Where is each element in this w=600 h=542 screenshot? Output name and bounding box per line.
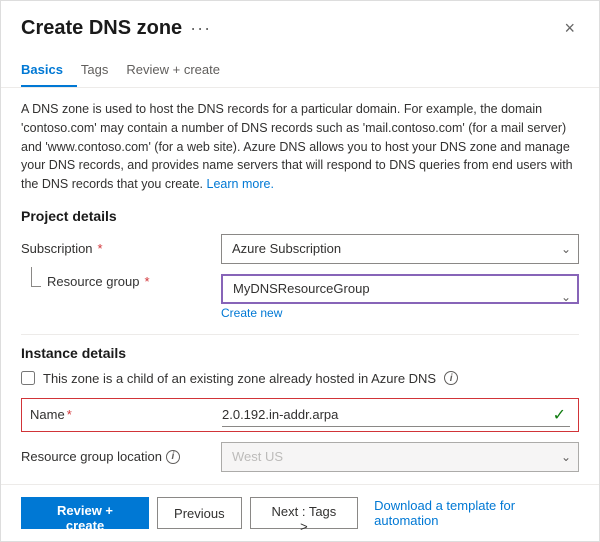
- child-zone-info-icon[interactable]: i: [444, 371, 458, 385]
- name-input-wrap: ✓: [222, 403, 570, 427]
- previous-button[interactable]: Previous: [157, 497, 242, 529]
- close-button[interactable]: ×: [560, 18, 579, 39]
- review-create-button[interactable]: Review + create: [21, 497, 149, 529]
- download-template-link[interactable]: Download a template for automation: [374, 498, 579, 528]
- description-text: A DNS zone is used to host the DNS recor…: [21, 100, 579, 194]
- panel-header: Create DNS zone ··· ×: [1, 1, 599, 50]
- rg-label-line: Resource group *: [47, 274, 150, 289]
- subscription-required: *: [98, 241, 103, 256]
- subscription-control: Azure Subscription ⌄: [221, 234, 579, 264]
- name-row: Name * ✓: [21, 398, 579, 432]
- rg-control: MyDNSResourceGroup ⌄ Create new: [221, 274, 579, 320]
- tab-basics[interactable]: Basics: [21, 54, 77, 87]
- subscription-label: Subscription *: [21, 241, 221, 256]
- child-zone-label: This zone is a child of an existing zone…: [43, 371, 436, 386]
- child-zone-row: This zone is a child of an existing zone…: [21, 371, 579, 386]
- rg-required: *: [145, 274, 150, 289]
- location-row: Resource group location i West US ⌄: [21, 442, 579, 472]
- resource-group-row: Resource group * MyDNSResourceGroup ⌄ Cr…: [21, 274, 579, 320]
- location-label: Resource group location i: [21, 449, 221, 464]
- project-details-section: Project details Subscription * Azure Sub…: [21, 208, 579, 320]
- name-required: *: [67, 407, 72, 422]
- name-input[interactable]: [222, 403, 570, 427]
- create-dns-zone-panel: Create DNS zone ··· × Basics Tags Review…: [0, 0, 600, 542]
- tab-review-create[interactable]: Review + create: [126, 54, 234, 87]
- panel-title: Create DNS zone: [21, 17, 182, 40]
- panel-menu-dots[interactable]: ···: [190, 18, 211, 39]
- panel-body: A DNS zone is used to host the DNS recor…: [1, 88, 599, 484]
- project-details-title: Project details: [21, 208, 579, 224]
- create-new-link[interactable]: Create new: [221, 306, 579, 320]
- section-separator: [21, 334, 579, 335]
- tab-bar: Basics Tags Review + create: [1, 54, 599, 88]
- learn-more-link[interactable]: Learn more.: [207, 177, 274, 191]
- rg-label-area: Resource group *: [21, 274, 221, 289]
- instance-details-title: Instance details: [21, 345, 579, 361]
- tab-tags[interactable]: Tags: [81, 54, 122, 87]
- location-select-wrap: West US ⌄: [221, 442, 579, 472]
- location-info-icon[interactable]: i: [166, 450, 180, 464]
- location-select[interactable]: West US: [221, 442, 579, 472]
- name-checkmark-icon: ✓: [553, 405, 566, 425]
- panel-footer: Review + create Previous Next : Tags > D…: [1, 484, 599, 541]
- child-zone-checkbox[interactable]: [21, 371, 35, 385]
- subscription-row: Subscription * Azure Subscription ⌄: [21, 234, 579, 264]
- name-label: Name *: [22, 407, 222, 422]
- title-row: Create DNS zone ···: [21, 17, 211, 40]
- next-button[interactable]: Next : Tags >: [250, 497, 359, 529]
- instance-details-section: Instance details This zone is a child of…: [21, 345, 579, 472]
- resource-group-select[interactable]: MyDNSResourceGroup: [221, 274, 579, 304]
- subscription-select[interactable]: Azure Subscription: [221, 234, 579, 264]
